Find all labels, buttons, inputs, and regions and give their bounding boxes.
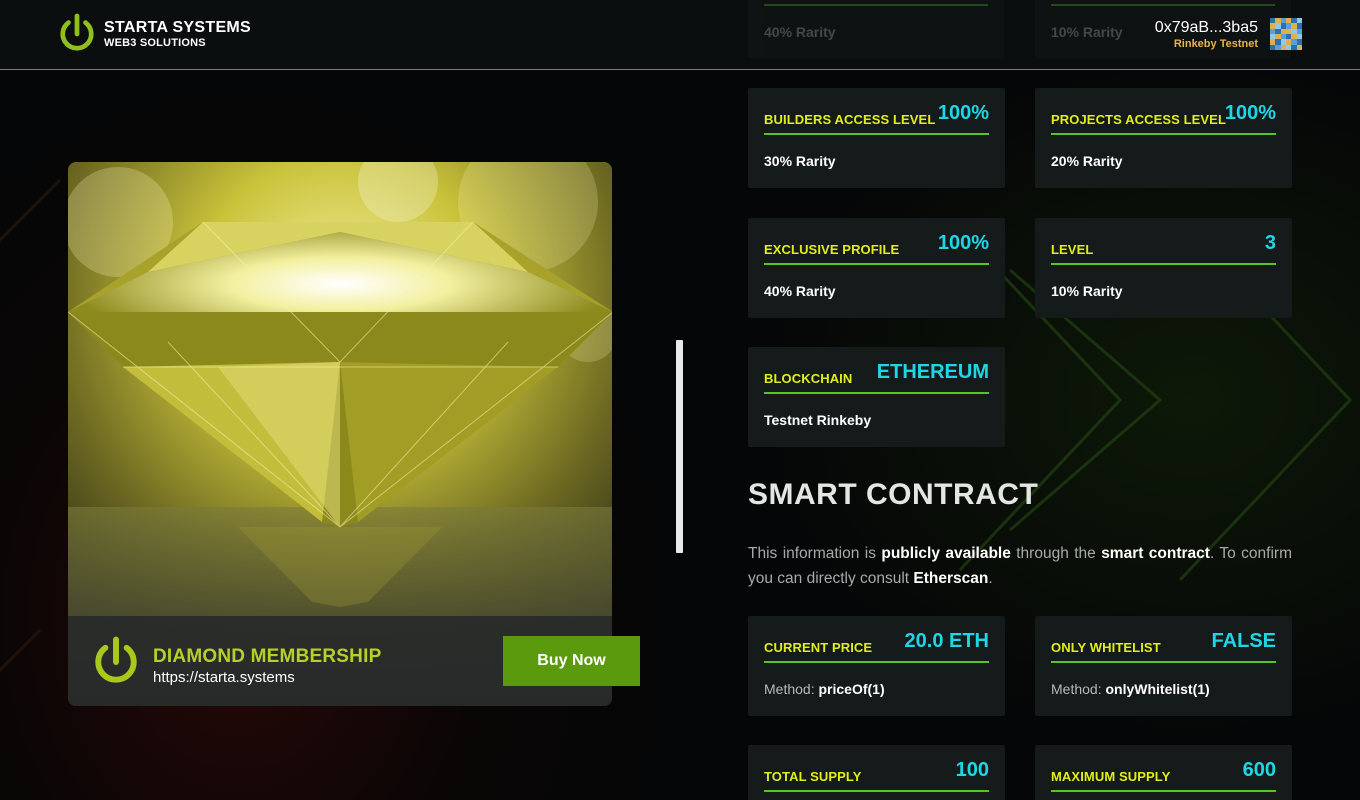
contract-card-only-whitelist: ONLY WHITELIST FALSE Method: onlyWhiteli… bbox=[1035, 616, 1292, 716]
nft-url[interactable]: https://starta.systems bbox=[153, 669, 295, 686]
method-name: onlyWhitelist(1) bbox=[1105, 681, 1210, 697]
method-name: priceOf(1) bbox=[818, 681, 885, 697]
power-logo-icon bbox=[95, 636, 137, 683]
attribute-card-projects: PROJECTS ACCESS LEVEL 100% 20% Rarity bbox=[1035, 88, 1292, 188]
brand-subtitle: WEB3 SOLUTIONS bbox=[104, 36, 206, 49]
top-navbar: STARTA SYSTEMS WEB3 SOLUTIONS 40% Rarity… bbox=[0, 0, 1360, 70]
etherscan-link[interactable]: Etherscan bbox=[913, 570, 988, 587]
smart-contract-title: SMART CONTRACT bbox=[748, 478, 1039, 511]
power-logo-icon bbox=[60, 13, 94, 51]
smart-contract-description: This information is publicly available t… bbox=[748, 545, 1292, 587]
attribute-card-builders: BUILDERS ACCESS LEVEL 100% 30% Rarity bbox=[748, 88, 1005, 188]
wallet-info[interactable]: 0x79aB...3ba5 Rinkeby Testnet bbox=[1155, 18, 1302, 50]
contract-card-maximum-supply: MAXIMUM SUPPLY 600 bbox=[1035, 745, 1292, 800]
identicon-avatar[interactable] bbox=[1270, 18, 1302, 50]
attribute-card-exclusive-profile: EXCLUSIVE PROFILE 100% 40% Rarity bbox=[748, 218, 1005, 318]
brand-title: STARTA SYSTEMS bbox=[104, 18, 252, 36]
wallet-address: 0x79aB...3ba5 bbox=[1154, 18, 1258, 36]
contract-card-total-supply: TOTAL SUPPLY 100 bbox=[748, 745, 1005, 800]
contract-card-current-price: CURRENT PRICE 20.0 ETH Method: priceOf(1… bbox=[748, 616, 1005, 716]
faded-attribute-card: 40% Rarity bbox=[748, 0, 1004, 58]
wallet-network: Rinkeby Testnet bbox=[1173, 37, 1258, 50]
attribute-card-level: LEVEL 3 10% Rarity bbox=[1035, 218, 1292, 318]
brand-logo[interactable]: STARTA SYSTEMS WEB3 SOLUTIONS bbox=[58, 13, 251, 55]
nft-name: DIAMOND MEMBERSHIP bbox=[153, 646, 382, 667]
nft-card: DIAMOND MEMBERSHIP https://starta.system… bbox=[68, 162, 612, 706]
attribute-card-blockchain: BLOCKCHAIN ETHEREUM Testnet Rinkeby bbox=[748, 347, 1005, 447]
buy-now-button[interactable]: Buy Now bbox=[503, 636, 640, 686]
scrollbar-thumb[interactable] bbox=[676, 340, 683, 553]
